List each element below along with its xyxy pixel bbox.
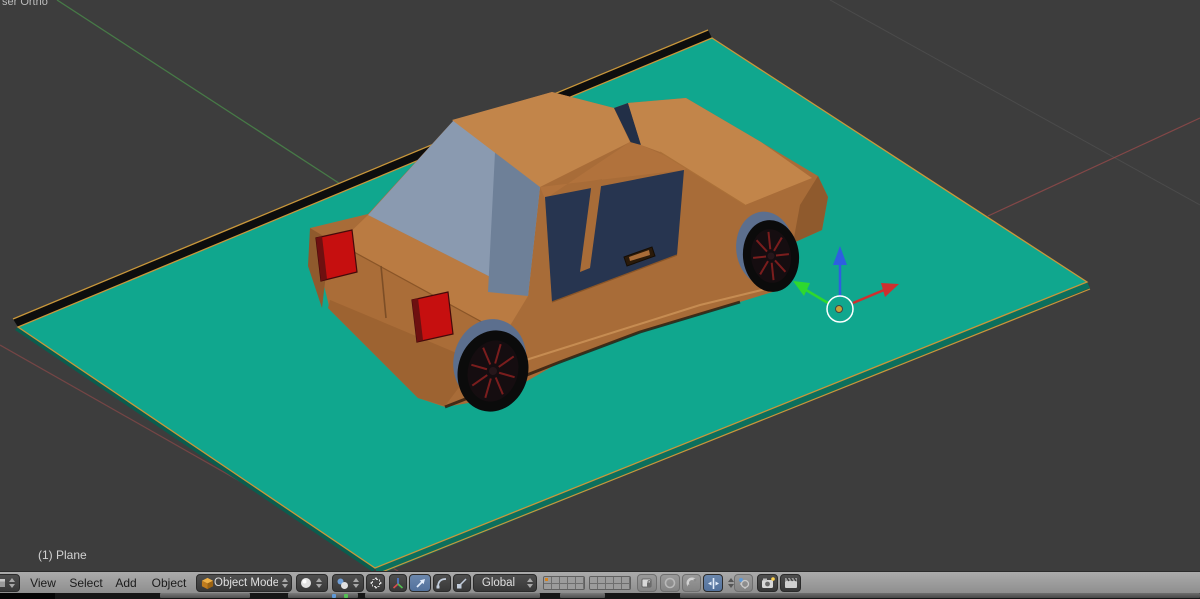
- orientation-dropdown[interactable]: Global: [473, 574, 537, 592]
- mode-dropdown[interactable]: Object Mode: [196, 574, 292, 592]
- snap-element-button[interactable]: [703, 574, 723, 592]
- snap-target-icon: [738, 578, 749, 589]
- scale-manipulator-button[interactable]: [453, 574, 471, 592]
- viewport-shading-dropdown[interactable]: [296, 574, 328, 592]
- editor-type-icon: [0, 579, 5, 587]
- render-still-button[interactable]: [757, 574, 778, 592]
- render-animation-button[interactable]: [780, 574, 801, 592]
- layer-group-2[interactable]: [589, 576, 631, 590]
- rotate-manipulator-icon: [436, 578, 447, 589]
- editor-type-selector[interactable]: [0, 574, 20, 592]
- pivot-spinner: [351, 576, 360, 590]
- mode-spinner: [280, 576, 289, 590]
- blender-window: ser Ortho (1) Plane View Select Add Obje…: [0, 0, 1200, 599]
- proportional-edit-button[interactable]: [660, 574, 680, 592]
- render-still-icon: [761, 577, 775, 588]
- menu-object[interactable]: Object: [146, 572, 192, 594]
- manipulator-toggle-button[interactable]: [366, 574, 385, 592]
- scale-manipulator-icon: [457, 578, 467, 589]
- layer-group-1[interactable]: [543, 576, 585, 590]
- scene-lock-icon: [641, 578, 652, 588]
- translate-manipulator-button[interactable]: [409, 574, 431, 592]
- menu-select[interactable]: Select: [64, 572, 108, 594]
- timeline-mini-icon: [332, 594, 336, 598]
- timeline-dark-corner: [0, 593, 55, 599]
- cube-icon: [201, 577, 214, 589]
- layer-cell-active[interactable]: [544, 577, 552, 584]
- mode-dropdown-label: Object Mode: [214, 577, 278, 589]
- rotate-manipulator-button[interactable]: [433, 574, 451, 592]
- axis-manipulator-button[interactable]: [389, 574, 407, 592]
- shading-spinner: [314, 576, 323, 590]
- snap-magnet-icon: [686, 577, 696, 588]
- orientation-label: Global: [481, 577, 516, 589]
- snap-target-button[interactable]: [734, 574, 753, 592]
- viewport-header: View Select Add Object Object Mode Globa…: [0, 571, 1200, 593]
- axis-tripod-icon: [392, 578, 404, 589]
- snap-toggle-button[interactable]: [682, 574, 701, 592]
- pivot-dropdown[interactable]: [332, 574, 364, 592]
- sphere-icon: [301, 578, 311, 588]
- manipulator-toggle-icon: [369, 577, 382, 589]
- proportional-edit-icon: [664, 577, 676, 589]
- editor-type-spinner: [8, 576, 17, 590]
- timeline-editor-sliver: [0, 593, 1200, 599]
- scene-canvas[interactable]: [0, 0, 1200, 571]
- render-animation-icon: [784, 577, 797, 588]
- timeline-mini-icon: [344, 594, 348, 598]
- menu-add[interactable]: Add: [110, 572, 142, 594]
- translate-manipulator-icon: [415, 578, 425, 588]
- 3d-viewport[interactable]: ser Ortho (1) Plane: [0, 0, 1200, 571]
- pivot-center-icon: [337, 578, 348, 589]
- menu-view[interactable]: View: [25, 572, 61, 594]
- scene-lock-button[interactable]: [637, 574, 657, 592]
- snap-element-icon: [707, 577, 719, 589]
- gizmo-center-dot: [835, 305, 843, 313]
- orientation-spinner: [525, 576, 534, 590]
